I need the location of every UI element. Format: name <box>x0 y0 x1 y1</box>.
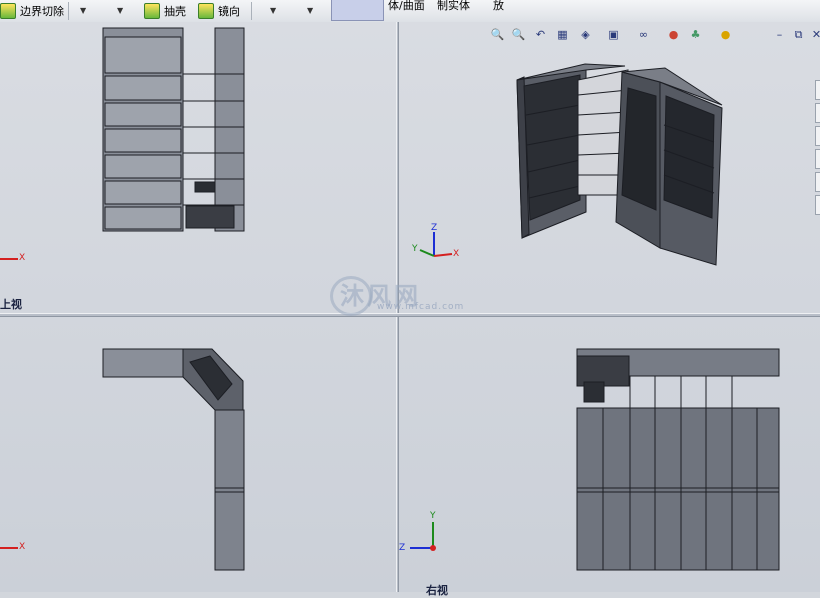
view-label-top: 上视 <box>0 298 22 311</box>
z-axis-label: Z <box>399 543 406 553</box>
bookcase-iso-view <box>516 63 723 266</box>
axis-triad-bottom-right <box>410 522 436 551</box>
bookcase-right-view <box>576 348 780 571</box>
bookcase-top-view <box>102 348 245 571</box>
x-axis-label: X <box>19 253 26 263</box>
bookcase-front-view <box>102 27 245 232</box>
x-axis-label: X <box>453 249 460 259</box>
x-axis-label: X <box>19 542 26 552</box>
y-axis-label: Y <box>430 511 436 521</box>
axis-triad-iso <box>419 232 453 257</box>
view-label-right: 右视 <box>426 584 448 597</box>
z-axis-label: Z <box>431 223 438 233</box>
y-axis-label: Y <box>412 244 418 254</box>
watermark-url: www.mfcad.com <box>377 302 465 312</box>
